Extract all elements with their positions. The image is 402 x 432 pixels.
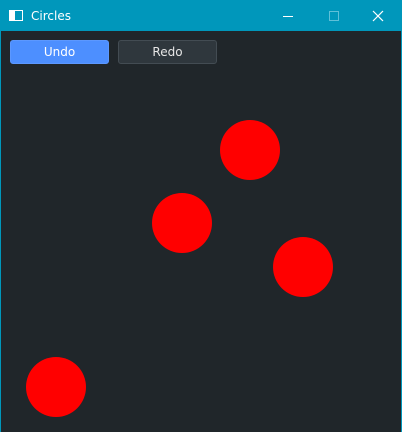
undo-button[interactable]: Undo: [10, 40, 109, 64]
title-bar[interactable]: Circles: [1, 1, 401, 31]
circle[interactable]: [26, 357, 86, 417]
app-window: Circles Undo Redo: [0, 0, 402, 432]
window-app-icon: [9, 10, 23, 21]
drawing-canvas[interactable]: [1, 31, 401, 432]
maximize-button[interactable]: [311, 1, 357, 31]
circle[interactable]: [152, 193, 212, 253]
minimize-icon: [283, 16, 293, 17]
window-title: Circles: [31, 9, 71, 23]
circle[interactable]: [273, 237, 333, 297]
minimize-button[interactable]: [265, 1, 311, 31]
circle[interactable]: [220, 120, 280, 180]
close-icon: [372, 10, 384, 22]
redo-button[interactable]: Redo: [118, 40, 217, 64]
maximize-icon: [329, 11, 339, 21]
main-content: Undo Redo: [1, 31, 401, 432]
close-button[interactable]: [355, 1, 401, 31]
